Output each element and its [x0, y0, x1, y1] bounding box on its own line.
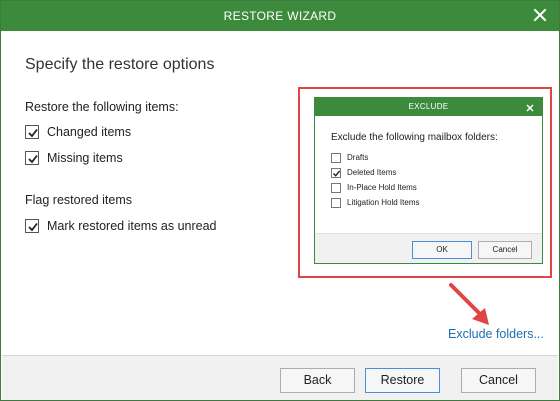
exclude-dialog-heading: Exclude the following mailbox folders: [331, 132, 498, 143]
exclude-dialog-title-bar: EXCLUDE [315, 98, 542, 116]
checkbox-box[interactable] [331, 182, 341, 193]
checkbox-label: Missing items [47, 151, 123, 165]
restore-items-label: Restore the following items: [25, 100, 179, 114]
title-bar: RESTORE WIZARD [1, 1, 559, 31]
exclude-dialog: EXCLUDE Exclude the following mailbox fo… [314, 97, 543, 264]
checkbox-box[interactable] [331, 152, 341, 163]
back-button[interactable]: Back [280, 368, 355, 393]
close-icon[interactable] [524, 101, 536, 113]
folder-checkbox-deleted-items[interactable]: Deleted Items [331, 167, 396, 178]
ok-button[interactable]: OK [412, 241, 472, 259]
annotation-arrow-icon [449, 283, 489, 325]
missing-items-checkbox[interactable]: Missing items [25, 150, 123, 166]
mark-unread-checkbox[interactable]: Mark restored items as unread [25, 218, 217, 234]
flag-items-label: Flag restored items [25, 193, 132, 207]
cancel-button[interactable]: Cancel [478, 241, 532, 259]
checkbox-label: Drafts [347, 153, 369, 162]
cancel-button[interactable]: Cancel [461, 368, 536, 393]
exclude-folders-link[interactable]: Exclude folders... [448, 327, 544, 341]
changed-items-checkbox[interactable]: Changed items [25, 124, 131, 140]
exclude-dialog-title: EXCLUDE [408, 102, 449, 111]
checkbox-box[interactable] [25, 151, 39, 165]
checkbox-box[interactable] [331, 167, 341, 178]
checkbox-box[interactable] [25, 125, 39, 139]
folder-checkbox-drafts[interactable]: Drafts [331, 152, 368, 163]
checkbox-label: Mark restored items as unread [47, 219, 217, 233]
checkbox-label: In-Place Hold Items [347, 183, 417, 192]
page-title: Specify the restore options [25, 56, 215, 73]
close-icon[interactable] [531, 6, 549, 24]
checkbox-box[interactable] [25, 219, 39, 233]
folder-checkbox-in-place-hold[interactable]: In-Place Hold Items [331, 182, 417, 193]
restore-button[interactable]: Restore [365, 368, 440, 393]
folder-checkbox-litigation-hold[interactable]: Litigation Hold Items [331, 197, 419, 208]
window-title: RESTORE WIZARD [223, 9, 337, 23]
checkbox-box[interactable] [331, 197, 341, 208]
restore-wizard-window: RESTORE WIZARD Specify the restore optio… [0, 0, 560, 401]
checkbox-label: Litigation Hold Items [347, 198, 420, 207]
checkbox-label: Deleted Items [347, 168, 397, 177]
checkbox-label: Changed items [47, 125, 132, 139]
